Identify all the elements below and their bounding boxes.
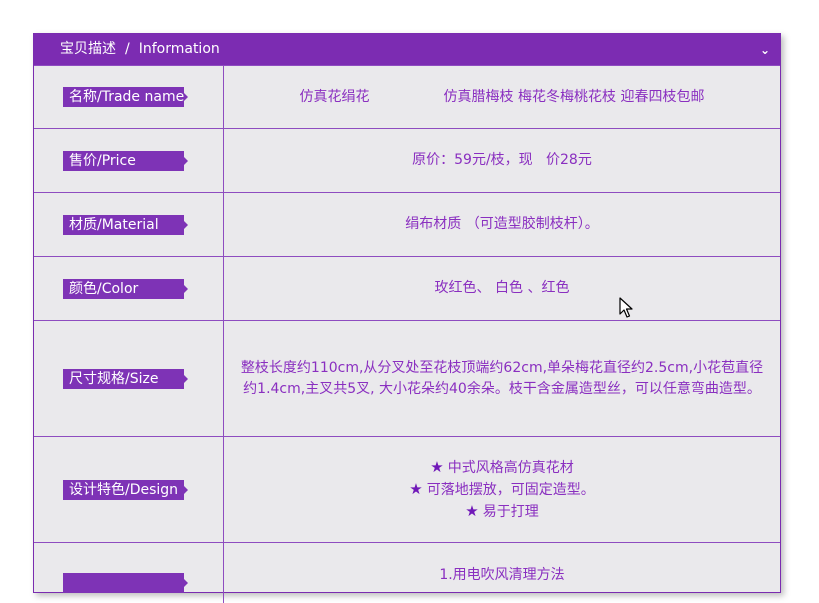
label-cell: 材质/Material	[34, 193, 224, 256]
value-cell: 整枝长度约110cm,从分叉处至花枝顶端约62cm,单朵梅花直径约2.5cm,小…	[224, 321, 780, 436]
material-value: 绢布材质 （可造型胶制枝杆）。	[405, 216, 599, 232]
value-cell: 绢布材质 （可造型胶制枝杆）。	[224, 193, 780, 256]
table-row-size: 尺寸规格/Size 整枝长度约110cm,从分叉处至花枝顶端约62cm,单朵梅花…	[34, 321, 780, 437]
care-value: 1.用电吹风清理方法	[439, 567, 565, 583]
value-cell: 仿真花绢花 仿真腊梅枝 梅花冬梅桃花枝 迎春四枝包邮	[224, 66, 780, 128]
chevron-down-icon[interactable]: ⌄	[760, 34, 770, 67]
label-cell: 设计特色/Design	[34, 437, 224, 542]
design-item: ★ 易于打理	[465, 501, 539, 520]
row-label-tag: 名称/Trade name	[63, 87, 188, 107]
value-cell: 原价：59元/枝，现 价28元	[224, 129, 780, 192]
header-title-cn: 宝贝描述	[60, 41, 116, 57]
label-cell: 尺寸规格/Size	[34, 321, 224, 436]
row-label-tag: 颜色/Color	[63, 278, 188, 299]
color-value: 玫红色、 白色 、红色	[434, 280, 570, 296]
table-row-material: 材质/Material 绢布材质 （可造型胶制枝杆）。	[34, 193, 780, 257]
header-separator: /	[125, 41, 130, 57]
row-label-tag: 设计特色/Design	[63, 479, 188, 500]
label-cell: 售价/Price	[34, 129, 224, 192]
label-cell	[34, 543, 224, 603]
label-cell: 名称/Trade name	[34, 66, 224, 128]
value-cell: 玫红色、 白色 、红色	[224, 257, 780, 320]
size-value: 整枝长度约110cm,从分叉处至花枝顶端约62cm,单朵梅花直径约2.5cm,小…	[240, 359, 764, 397]
table-row-color: 颜色/Color 玫红色、 白色 、红色	[34, 257, 780, 321]
table-row-care: 1.用电吹风清理方法	[34, 543, 780, 603]
row-label-tag: 材质/Material	[63, 214, 188, 235]
trade-name-full: 仿真腊梅枝 梅花冬梅桃花枝 迎春四枝包邮	[443, 88, 705, 105]
trade-name-short: 仿真花绢花	[299, 88, 370, 105]
row-label-tag: 售价/Price	[63, 150, 188, 171]
mouse-cursor-icon	[619, 297, 633, 318]
value-cell: 1.用电吹风清理方法	[224, 543, 780, 603]
value-cell: ★ 中式风格高仿真花材 ★ 可落地摆放，可固定造型。 ★ 易于打理	[224, 437, 780, 542]
panel-header[interactable]: 宝贝描述 / Information ⌄	[34, 34, 780, 65]
price-value: 原价：59元/枝，现 价28元	[412, 152, 592, 168]
design-item: ★ 中式风格高仿真花材	[430, 457, 574, 476]
design-item: ★ 可落地摆放，可固定造型。	[409, 479, 595, 498]
star-icon: ★	[465, 501, 479, 520]
info-table: 名称/Trade name 仿真花绢花 仿真腊梅枝 梅花冬梅桃花枝 迎春四枝包邮 …	[34, 65, 780, 603]
table-row-trade-name: 名称/Trade name 仿真花绢花 仿真腊梅枝 梅花冬梅桃花枝 迎春四枝包邮	[34, 65, 780, 129]
trade-name-value: 仿真花绢花 仿真腊梅枝 梅花冬梅桃花枝 迎春四枝包邮	[300, 87, 705, 108]
table-row-design: 设计特色/Design ★ 中式风格高仿真花材 ★ 可落地摆放，可固定造型。 ★ 易于…	[34, 437, 780, 543]
star-icon: ★	[409, 479, 423, 498]
label-cell: 颜色/Color	[34, 257, 224, 320]
header-title-en: Information	[138, 41, 220, 57]
row-label-tag	[63, 573, 188, 593]
product-info-panel: 宝贝描述 / Information ⌄ 名称/Trade name 仿真花绢花 仿真…	[33, 33, 781, 603]
table-row-price: 售价/Price 原价：59元/枝，现 价28元	[34, 129, 780, 193]
row-label-tag: 尺寸规格/Size	[63, 368, 188, 389]
star-icon: ★	[430, 457, 444, 476]
